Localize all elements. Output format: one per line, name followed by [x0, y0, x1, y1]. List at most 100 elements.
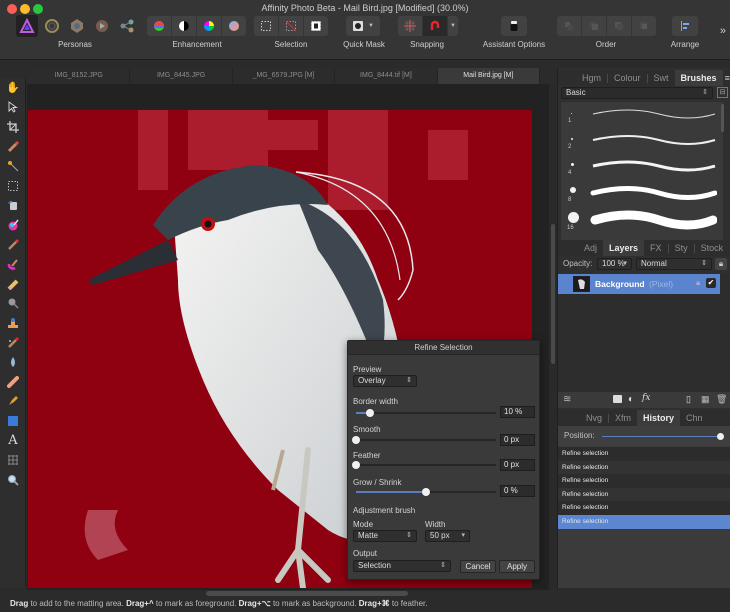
- fx-icon[interactable]: fx: [642, 393, 650, 403]
- assistant-icon[interactable]: [501, 16, 527, 36]
- snapping-magnet-icon[interactable]: [423, 16, 447, 36]
- output-select[interactable]: Selection ⇕: [353, 560, 451, 572]
- history-item[interactable]: Refine selection: [558, 487, 730, 502]
- doc-tab[interactable]: _MG_6579.JPG [M]: [233, 68, 336, 84]
- tab-histogram[interactable]: Hgm: [576, 70, 607, 86]
- deselect-icon[interactable]: [279, 16, 303, 36]
- history-item[interactable]: Refine selection: [558, 501, 730, 515]
- delete-layer-icon[interactable]: 🗑︎: [716, 394, 727, 405]
- white-balance-icon[interactable]: [172, 16, 196, 36]
- mode-select[interactable]: Matte ⇕: [353, 530, 417, 542]
- tab-history[interactable]: History: [637, 410, 681, 426]
- brush-item[interactable]: 8: [561, 182, 719, 208]
- brush-list-scrollbar[interactable]: [721, 104, 724, 132]
- quick-mask-icon[interactable]: ▼: [346, 16, 380, 36]
- lock-layer-button[interactable]: 🔒︎: [715, 258, 727, 270]
- brush-item[interactable]: 1: [561, 104, 719, 130]
- layers-stack-icon[interactable]: ≋: [563, 394, 571, 405]
- new-layer-icon[interactable]: ▯: [686, 394, 691, 405]
- history-item[interactable]: Refine selection: [558, 460, 730, 475]
- border-width-field[interactable]: 10 %: [500, 406, 535, 418]
- tab-navigator[interactable]: Nvg: [580, 410, 608, 426]
- slider-knob[interactable]: [352, 436, 360, 444]
- history-item[interactable]: Refine selection: [558, 515, 730, 529]
- slider-knob[interactable]: [352, 461, 360, 469]
- healing-tool-icon[interactable]: [0, 372, 26, 392]
- tab-layers[interactable]: Layers: [603, 240, 645, 256]
- blur-tool-icon[interactable]: [0, 352, 26, 372]
- cancel-button[interactable]: Cancel: [460, 560, 496, 573]
- invert-selection-icon[interactable]: [304, 16, 328, 36]
- add-mask-icon[interactable]: [613, 395, 622, 403]
- opacity-field[interactable]: 100 % ▾: [597, 258, 632, 270]
- move-to-front-icon[interactable]: [632, 16, 656, 36]
- marquee-tool-icon[interactable]: [0, 176, 26, 196]
- tab-adjustments[interactable]: Adj: [578, 240, 603, 256]
- export-persona-icon[interactable]: [116, 15, 138, 37]
- history-item[interactable]: Refine selection: [558, 447, 730, 461]
- brush-item[interactable]: 4: [561, 156, 719, 182]
- layer-row[interactable]: Background (Pixel) 🔒︎ ✔: [558, 274, 720, 294]
- blend-mode-select[interactable]: Normal ⇕: [636, 258, 712, 270]
- pen-tool-icon[interactable]: [0, 392, 26, 412]
- grow-shrink-slider[interactable]: [356, 488, 496, 496]
- tab-colour[interactable]: Colour: [608, 70, 647, 86]
- slider-knob[interactable]: [717, 433, 724, 440]
- tab-transform[interactable]: Xfm: [609, 410, 637, 426]
- tab-swatches[interactable]: Swt: [648, 70, 675, 86]
- apply-button[interactable]: Apply: [499, 560, 535, 573]
- tab-channels[interactable]: Chn: [680, 410, 709, 426]
- move-back-icon[interactable]: [582, 16, 606, 36]
- mesh-warp-tool-icon[interactable]: [0, 450, 26, 470]
- dodge-tool-icon[interactable]: [0, 294, 26, 314]
- border-width-slider[interactable]: [356, 409, 496, 417]
- panel-menu-icon[interactable]: ≡: [725, 73, 730, 83]
- feather-slider[interactable]: [352, 461, 496, 469]
- levels-icon[interactable]: [147, 16, 171, 36]
- brush-view-toggle-icon[interactable]: ⊟: [717, 87, 728, 98]
- tab-stock[interactable]: Stock: [695, 240, 730, 256]
- doc-tab-active[interactable]: Mail Bird.jpg [M]: [437, 68, 541, 84]
- brush-category-select[interactable]: Basic ⇕: [561, 87, 713, 99]
- text-tool-icon[interactable]: A: [0, 431, 26, 451]
- align-icon[interactable]: [672, 16, 698, 36]
- layer-visibility-checkbox[interactable]: ✔: [706, 278, 716, 288]
- brush-item[interactable]: 16: [561, 208, 719, 234]
- inpainting-tool-icon[interactable]: [0, 333, 26, 353]
- photo-persona-icon[interactable]: [16, 15, 38, 37]
- adjustment-layer-icon[interactable]: ◐: [628, 394, 634, 405]
- select-all-icon[interactable]: [254, 16, 278, 36]
- slider-knob[interactable]: [422, 488, 430, 496]
- smooth-slider[interactable]: [352, 436, 496, 444]
- hand-tool-icon[interactable]: ✋: [0, 78, 26, 98]
- toolbar-overflow-icon[interactable]: »: [720, 25, 726, 37]
- hsl-icon[interactable]: [197, 16, 221, 36]
- slider-knob[interactable]: [366, 409, 374, 417]
- tab-brushes[interactable]: Brushes: [674, 70, 723, 86]
- clone-tool-icon[interactable]: [0, 313, 26, 333]
- move-forward-icon[interactable]: [607, 16, 631, 36]
- color-replacement-tool-icon[interactable]: [0, 254, 26, 274]
- snapping-grid-icon[interactable]: [398, 16, 422, 36]
- zoom-tool-icon[interactable]: [0, 470, 26, 490]
- erase-brush-tool-icon[interactable]: [0, 274, 26, 294]
- tab-styles[interactable]: Sty: [669, 240, 694, 256]
- crop-tool-icon[interactable]: [0, 117, 26, 137]
- doc-tab[interactable]: IMG_8152.JPG: [28, 68, 131, 84]
- flood-fill-tool-icon[interactable]: [0, 196, 26, 216]
- grow-shrink-field[interactable]: 0 %: [500, 485, 535, 497]
- paint-brush-tool-icon[interactable]: [0, 235, 26, 255]
- flood-select-tool-icon[interactable]: [0, 156, 26, 176]
- preview-select[interactable]: Overlay ⇕: [353, 375, 417, 387]
- brush-width-select[interactable]: 50 px ▾: [425, 530, 470, 542]
- doc-tab[interactable]: IMG_8445.JPG: [130, 68, 233, 84]
- feather-field[interactable]: 0 px: [500, 459, 535, 471]
- canvas-vertical-scrollbar[interactable]: [549, 84, 557, 590]
- tab-effects[interactable]: FX: [644, 240, 668, 256]
- develop-persona-icon[interactable]: [66, 15, 88, 37]
- duplicate-layer-icon[interactable]: ▦: [701, 394, 710, 405]
- move-to-back-icon[interactable]: [557, 16, 581, 36]
- layer-lock-icon[interactable]: 🔒︎: [696, 278, 700, 288]
- liquify-persona-icon[interactable]: [41, 15, 63, 37]
- selection-brush-tool-icon[interactable]: [0, 137, 26, 157]
